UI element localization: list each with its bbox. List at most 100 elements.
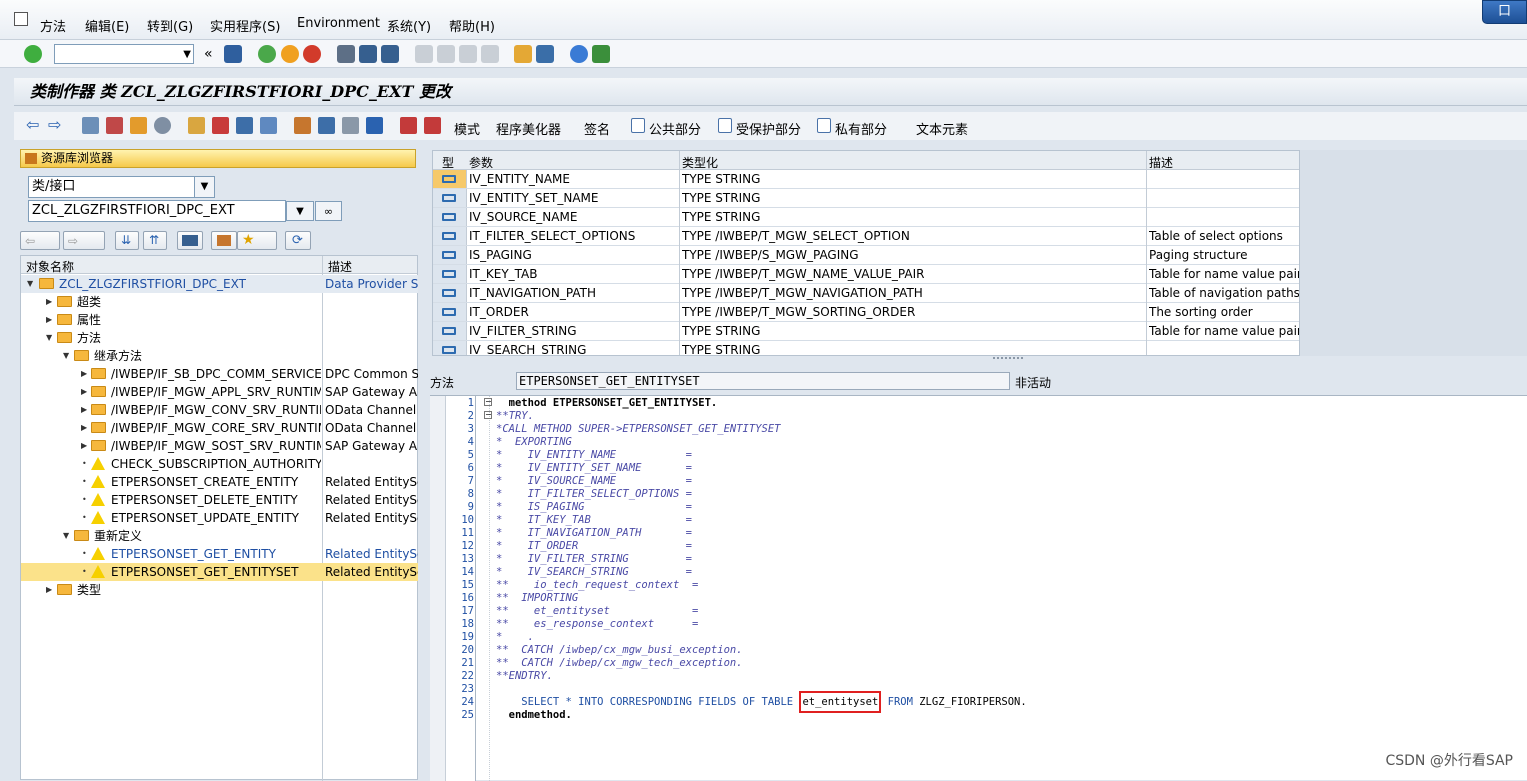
chevron-down-icon[interactable]: ▼ xyxy=(194,177,214,197)
cancel-icon[interactable] xyxy=(303,45,321,63)
tree-row-attributes[interactable]: ▶ 属性 xyxy=(21,311,418,329)
display-change-icon[interactable] xyxy=(82,117,99,134)
favorites-button[interactable]: ★ xyxy=(237,231,277,250)
hierarchy-icon[interactable] xyxy=(294,117,311,134)
chevron-down-icon[interactable]: ▼ xyxy=(183,49,191,60)
expand-triangle-icon[interactable]: ▼ xyxy=(63,527,69,545)
tree-row-redefinitions[interactable]: ▼ 重新定义 xyxy=(21,527,418,545)
where-used-icon[interactable] xyxy=(154,117,171,134)
object-type-select[interactable]: 类/接口 ▼ xyxy=(28,176,215,198)
table-row[interactable]: IT_KEY_TAB TYPE /IWBEP/T_MGW_NAME_VALUE_… xyxy=(433,265,1299,284)
tree-row-types[interactable]: ▶ 类型 xyxy=(21,581,418,599)
next-object-button[interactable]: ⇨ xyxy=(63,231,105,250)
exit-icon[interactable] xyxy=(281,45,299,63)
collapsed-triangle-icon[interactable]: ▶ xyxy=(81,365,87,383)
tree-row-method[interactable]: • ETPERSONSET_CREATE_ENTITY Related Enti… xyxy=(21,473,418,491)
display-glasses-button[interactable]: ∞ xyxy=(315,201,342,221)
customize-layout-icon[interactable] xyxy=(592,45,610,63)
test-icon[interactable] xyxy=(212,117,229,134)
code-editor[interactable]: − − 1 method ETPERSONSET_GET_ENTITYSET. … xyxy=(430,395,1527,781)
expand-triangle-icon[interactable]: ▼ xyxy=(46,329,52,347)
tree-row-inherited-methods[interactable]: ▼ 继承方法 xyxy=(21,347,418,365)
object-list-icon[interactable] xyxy=(188,117,205,134)
tree-row-method[interactable]: • ETPERSONSET_DELETE_ENTITY Related Enti… xyxy=(21,491,418,509)
tree-row-superclass[interactable]: ▶ 超类 xyxy=(21,293,418,311)
activate-icon[interactable] xyxy=(130,117,147,134)
breakpoint-icon[interactable] xyxy=(400,117,417,134)
info-icon[interactable] xyxy=(366,117,383,134)
table-row[interactable]: IV_ENTITY_NAME TYPE STRING xyxy=(433,170,1299,189)
collapsed-triangle-icon[interactable]: ▶ xyxy=(81,419,87,437)
find-icon[interactable] xyxy=(359,45,377,63)
previous-object-button[interactable]: ⇦ xyxy=(20,231,60,250)
tree-row-method-selected[interactable]: • ETPERSONSET_GET_ENTITYSET Related Enti… xyxy=(21,563,418,581)
splitter-handle[interactable] xyxy=(993,357,1023,361)
menu-system[interactable]: 系统(Y) xyxy=(387,16,431,35)
protected-section-button[interactable]: 受保护部分 xyxy=(736,119,801,138)
external-breakpoint-icon[interactable] xyxy=(424,117,441,134)
back-arrow-icon[interactable]: ⇦ xyxy=(26,117,43,134)
collapsed-triangle-icon[interactable]: ▶ xyxy=(81,383,87,401)
double-chevron-left-icon[interactable]: « xyxy=(204,46,222,64)
tree-row-interface[interactable]: ▶ /IWBEP/IF_MGW_CONV_SRV_RUNTIME OData C… xyxy=(21,401,418,419)
public-section-button[interactable]: 公共部分 xyxy=(649,119,701,138)
last-page-icon[interactable] xyxy=(481,45,499,63)
menu-environment[interactable]: Environment xyxy=(297,16,380,31)
expand-all-button[interactable]: ⇊ xyxy=(115,231,139,250)
save-icon[interactable] xyxy=(224,45,242,63)
table-row[interactable]: IS_PAGING TYPE /IWBEP/S_MGW_PAGING Pagin… xyxy=(433,246,1299,265)
collapsed-triangle-icon[interactable]: ▶ xyxy=(81,437,87,455)
shortcut-icon[interactable] xyxy=(536,45,554,63)
system-menu-icon[interactable] xyxy=(14,12,28,26)
menu-help[interactable]: 帮助(H) xyxy=(449,16,495,35)
back-icon[interactable] xyxy=(258,45,276,63)
navigation-window-icon[interactable] xyxy=(236,117,253,134)
refresh-button[interactable]: ⟳ xyxy=(285,231,311,250)
table-row[interactable]: IT_NAVIGATION_PATH TYPE /IWBEP/T_MGW_NAV… xyxy=(433,284,1299,303)
find-next-icon[interactable] xyxy=(381,45,399,63)
collapsed-triangle-icon[interactable]: ▶ xyxy=(46,581,52,599)
menu-edit[interactable]: 编辑(E) xyxy=(85,16,129,35)
find-tree-button[interactable] xyxy=(177,231,203,250)
first-page-icon[interactable] xyxy=(415,45,433,63)
table-icon[interactable] xyxy=(342,117,359,134)
enter-icon[interactable] xyxy=(24,45,42,63)
table-row[interactable]: IT_ORDER TYPE /IWBEP/T_MGW_SORTING_ORDER… xyxy=(433,303,1299,322)
tree-row-interface[interactable]: ▶ /IWBEP/IF_MGW_SOST_SRV_RUNTIME SAP Gat… xyxy=(21,437,418,455)
text-elements-button[interactable]: 文本元素 xyxy=(916,119,968,138)
check-icon[interactable] xyxy=(106,117,123,134)
next-page-icon[interactable] xyxy=(459,45,477,63)
tree-row-interface[interactable]: ▶ /IWBEP/IF_MGW_APPL_SRV_RUNTIME SAP Gat… xyxy=(21,383,418,401)
help-icon[interactable] xyxy=(570,45,588,63)
tree-row-method[interactable]: • ETPERSONSET_UPDATE_ENTITY Related Enti… xyxy=(21,509,418,527)
table-row[interactable]: IT_FILTER_SELECT_OPTIONS TYPE /IWBEP/T_M… xyxy=(433,227,1299,246)
table-row[interactable]: IV_SEARCH_STRING TYPE STRING xyxy=(433,341,1299,355)
forward-arrow-icon[interactable]: ⇨ xyxy=(48,117,65,134)
private-section-button[interactable]: 私有部分 xyxy=(835,119,887,138)
collapsed-triangle-icon[interactable]: ▶ xyxy=(81,401,87,419)
create-object-button[interactable] xyxy=(211,231,237,250)
tree-row-methods[interactable]: ▼ 方法 xyxy=(21,329,418,347)
previous-page-icon[interactable] xyxy=(437,45,455,63)
pretty-printer-button[interactable]: 程序美化器 xyxy=(496,119,561,138)
collapse-all-button[interactable]: ⇈ xyxy=(143,231,167,250)
layout-icon[interactable] xyxy=(318,117,335,134)
tree-row-interface[interactable]: ▶ /IWBEP/IF_MGW_CORE_SRV_RUNTIME OData C… xyxy=(21,419,418,437)
new-session-icon[interactable] xyxy=(514,45,532,63)
repository-browser-tab[interactable]: 资源库浏览器 xyxy=(20,149,416,168)
table-row[interactable]: IV_ENTITY_SET_NAME TYPE STRING xyxy=(433,189,1299,208)
tree-row-class[interactable]: ▼ ZCL_ZLGZFIRSTFIORI_DPC_EXT Data Provid… xyxy=(21,275,418,293)
mode-button[interactable]: 模式 xyxy=(454,119,480,138)
collapsed-triangle-icon[interactable]: ▶ xyxy=(46,311,52,329)
expand-triangle-icon[interactable]: ▼ xyxy=(63,347,69,365)
menu-goto[interactable]: 转到(G) xyxy=(147,16,193,35)
tree-row-method[interactable]: • CHECK_SUBSCRIPTION_AUTHORITY xyxy=(21,455,418,473)
collapsed-triangle-icon[interactable]: ▶ xyxy=(46,293,52,311)
print-icon[interactable] xyxy=(337,45,355,63)
tree-row-method[interactable]: • ETPERSONSET_GET_ENTITY Related EntityS… xyxy=(21,545,418,563)
object-dropdown-button[interactable]: ▼ xyxy=(286,201,314,221)
expand-triangle-icon[interactable]: ▼ xyxy=(27,275,33,293)
tree-row-interface[interactable]: ▶ /IWBEP/IF_SB_DPC_COMM_SERVICES DPC Com… xyxy=(21,365,418,383)
menu-method[interactable]: 方法 xyxy=(40,16,66,35)
table-row[interactable]: IV_SOURCE_NAME TYPE STRING xyxy=(433,208,1299,227)
